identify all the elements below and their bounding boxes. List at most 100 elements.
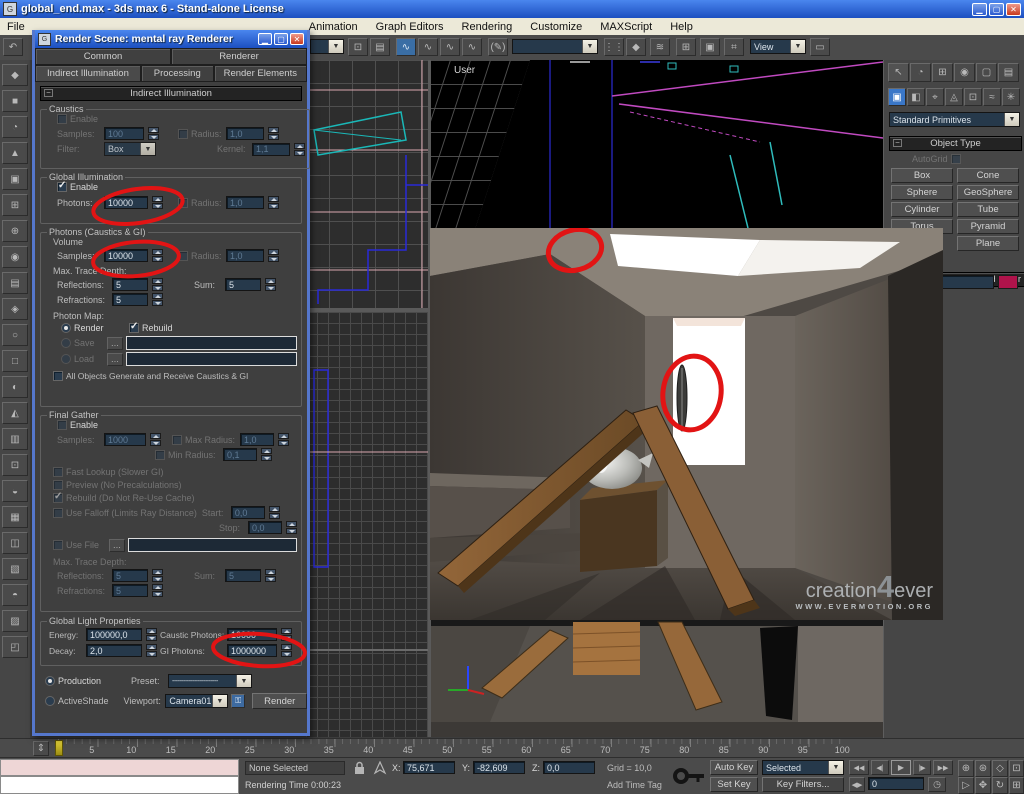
- percent-snap-icon[interactable]: ∿: [440, 38, 460, 56]
- left-toolbar-icon[interactable]: ▦: [2, 506, 28, 528]
- caustics-samples-field[interactable]: 100: [104, 127, 144, 140]
- auto-key-button[interactable]: Auto Key: [710, 760, 758, 775]
- left-toolbar-icon[interactable]: ⊕: [2, 220, 28, 242]
- window-close-button[interactable]: ✕: [1006, 3, 1021, 16]
- left-toolbar-icon[interactable]: ▥: [2, 428, 28, 450]
- hierarchy-tab-icon[interactable]: ⊞: [932, 63, 953, 82]
- fg-use-file-checkbox[interactable]: [53, 540, 63, 550]
- display-tab-icon[interactable]: ▢: [976, 63, 997, 82]
- viewport-left-bottom[interactable]: [306, 312, 428, 737]
- primitive-category-dropdown[interactable]: Standard Primitives▼: [889, 112, 1020, 127]
- render-type-dropdown[interactable]: View▼: [750, 39, 806, 54]
- y-coordinate-field[interactable]: -82,609: [473, 761, 525, 774]
- viewport-front[interactable]: [306, 60, 428, 308]
- snap-toggle-icon[interactable]: ∿: [396, 38, 416, 56]
- menu-graph-editors[interactable]: Graph Editors: [367, 21, 453, 33]
- gi-radius-checkbox[interactable]: [178, 198, 188, 208]
- photons-reflections-field[interactable]: 5: [112, 278, 148, 291]
- dialog-close-button[interactable]: ✕: [290, 33, 304, 45]
- left-toolbar-icon[interactable]: ■: [2, 90, 28, 112]
- gi-radius-spinner[interactable]: [268, 196, 279, 209]
- left-toolbar-icon[interactable]: ▣: [2, 168, 28, 190]
- caustics-radius-checkbox[interactable]: [178, 129, 188, 139]
- fg-samples-spinner[interactable]: [150, 433, 161, 446]
- zoom-icon[interactable]: ⊕: [958, 760, 974, 777]
- rendered-frame-window[interactable]: creation4ever WWW.EVERMOTION.ORG: [430, 228, 943, 620]
- photon-map-save-browse-button[interactable]: ...: [107, 337, 123, 350]
- mirror-icon[interactable]: ⋮⋮: [604, 38, 624, 56]
- menu-maxscript[interactable]: MAXScript: [591, 21, 661, 33]
- fg-rebuild-checkbox[interactable]: [53, 493, 63, 503]
- photon-map-save-radio[interactable]: [61, 338, 71, 348]
- viewport-label-user[interactable]: User: [454, 65, 475, 76]
- angle-snap-icon[interactable]: ∿: [418, 38, 438, 56]
- render-button[interactable]: Render: [252, 693, 307, 709]
- set-key-button[interactable]: Set Key: [710, 777, 758, 792]
- left-toolbar-icon[interactable]: □: [2, 350, 28, 372]
- viewport-lock-icon[interactable]: ⚿: [231, 694, 246, 708]
- activeshade-radio[interactable]: [45, 696, 55, 706]
- tube-button[interactable]: Tube: [957, 202, 1019, 217]
- glp-gi-photons-spinner[interactable]: [281, 644, 292, 657]
- photons-samples-spinner[interactable]: [152, 249, 163, 262]
- plane-button[interactable]: Plane: [957, 236, 1019, 251]
- gi-enable-checkbox[interactable]: [57, 182, 67, 192]
- go-to-start-button[interactable]: ◀◀: [849, 760, 869, 775]
- keyboard-shortcut-icon[interactable]: (✎): [488, 38, 508, 56]
- box-button[interactable]: Box: [891, 168, 953, 183]
- fg-min-radius-checkbox[interactable]: [155, 450, 165, 460]
- previous-frame-button[interactable]: ◀|: [871, 760, 889, 775]
- time-configuration-icon[interactable]: ◷: [928, 777, 946, 792]
- fg-fast-lookup-checkbox[interactable]: [53, 467, 63, 477]
- left-toolbar-icon[interactable]: ◐: [2, 376, 28, 398]
- open-mini-curve-editor-icon[interactable]: ⇕: [33, 741, 49, 756]
- sphere-button[interactable]: Sphere: [891, 185, 953, 200]
- object-color-swatch[interactable]: [998, 275, 1018, 289]
- left-toolbar-icon[interactable]: ◭: [2, 402, 28, 424]
- dialog-titlebar[interactable]: G Render Scene: mental ray Renderer ▁ ▢ …: [35, 30, 307, 48]
- photons-radius-checkbox[interactable]: [178, 251, 188, 261]
- cameras-icon[interactable]: ◬: [945, 88, 963, 106]
- curve-editor-icon[interactable]: ⊞: [676, 38, 696, 56]
- preset-dropdown[interactable]: -------------------------▼: [168, 674, 252, 688]
- zoom-extents-icon[interactable]: ◇: [992, 760, 1008, 777]
- left-toolbar-icon[interactable]: ◫: [2, 532, 28, 554]
- caustics-filter-dropdown[interactable]: Box▼: [104, 142, 156, 156]
- selection-filter-dropdown[interactable]: ▼: [310, 39, 344, 54]
- photons-radius-spinner[interactable]: [268, 249, 279, 262]
- motion-tab-icon[interactable]: ◉: [954, 63, 975, 82]
- photons-refractions-spinner[interactable]: [152, 293, 163, 306]
- geometry-icon[interactable]: ▣: [888, 88, 906, 106]
- gi-photons-field[interactable]: 10000: [104, 196, 148, 209]
- timeline-ruler[interactable]: 5 10 15 20 25 30 35 40 45 50 55 60 65 70…: [52, 739, 842, 758]
- key-filters-button[interactable]: Key Filters...: [762, 777, 844, 792]
- fg-reflections-spinner[interactable]: [152, 569, 163, 582]
- pyramid-button[interactable]: Pyramid: [957, 219, 1019, 234]
- fg-min-radius-spinner[interactable]: [261, 448, 272, 461]
- viewport-divider-horizontal[interactable]: [306, 308, 428, 312]
- material-editor-icon[interactable]: ⌗: [724, 38, 744, 56]
- menu-file[interactable]: File: [0, 21, 32, 33]
- left-toolbar-icon[interactable]: ⊞: [2, 194, 28, 216]
- current-frame-field[interactable]: 0: [868, 777, 924, 790]
- fg-samples-field[interactable]: 1000: [104, 433, 146, 446]
- caustics-radius-field[interactable]: 1,0: [226, 127, 264, 140]
- zoom-extents-all-icon[interactable]: ⊡: [1009, 760, 1024, 777]
- glp-decay-spinner[interactable]: [146, 644, 157, 657]
- glp-gi-photons-field[interactable]: 1000000: [227, 644, 277, 657]
- production-radio[interactable]: [45, 676, 55, 686]
- object-type-rollout[interactable]: − Object Type: [889, 136, 1022, 151]
- fg-stop-field[interactable]: 0,0: [248, 521, 282, 534]
- left-toolbar-icon[interactable]: ▤: [2, 272, 28, 294]
- caustics-samples-spinner[interactable]: [148, 127, 159, 140]
- fg-use-file-field[interactable]: [128, 538, 297, 552]
- fg-max-radius-checkbox[interactable]: [172, 435, 182, 445]
- fg-stop-spinner[interactable]: [286, 521, 297, 534]
- indirect-illumination-rollout[interactable]: − Indirect Illumination: [40, 86, 302, 101]
- add-time-tag[interactable]: Add Time Tag: [607, 780, 662, 790]
- caustics-kernel-field[interactable]: 1,1: [252, 143, 290, 156]
- photon-map-load-browse-button[interactable]: ...: [107, 353, 123, 366]
- create-tab-icon[interactable]: ↖: [888, 63, 909, 82]
- align-icon[interactable]: ◆: [626, 38, 646, 56]
- photons-sum-field[interactable]: 5: [225, 278, 261, 291]
